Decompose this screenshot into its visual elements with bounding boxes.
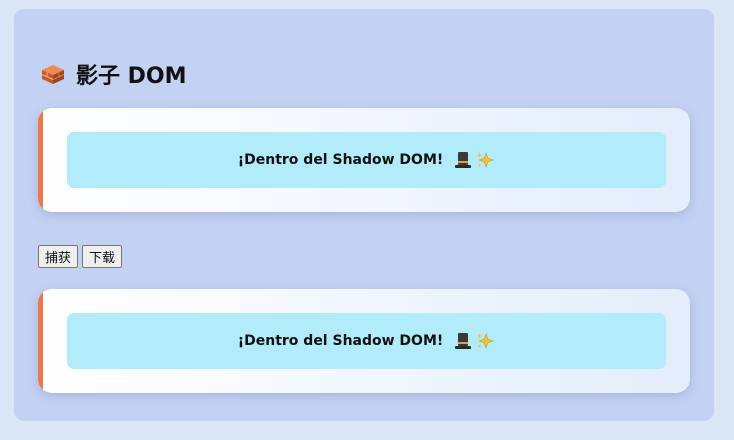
top-hat-icon [455,333,472,349]
top-hat-icon [455,152,472,168]
captured-card: ¡Dentro del Shadow DOM! [38,289,690,393]
shadow-host-card: ¡Dentro del Shadow DOM! [38,108,690,212]
shadow-content: ¡Dentro del Shadow DOM! [67,132,666,188]
toolbar: 捕获 下载 [38,245,123,268]
captured-content-text: ¡Dentro del Shadow DOM! [237,333,444,349]
capture-button[interactable]: 捕获 [38,245,79,268]
download-button[interactable]: 下载 [82,245,123,268]
page-title: 影子 DOM [40,57,187,91]
sparkles-icon [476,333,495,349]
page-title-text: 影子 DOM [76,64,187,89]
brick-icon [41,65,65,84]
main-panel: 影子 DOM ¡Dentro del Shadow DOM! 捕获 下载 ¡De… [14,9,714,421]
shadow-content-text: ¡Dentro del Shadow DOM! [237,152,444,168]
captured-content: ¡Dentro del Shadow DOM! [67,313,666,369]
sparkles-icon [476,152,495,168]
